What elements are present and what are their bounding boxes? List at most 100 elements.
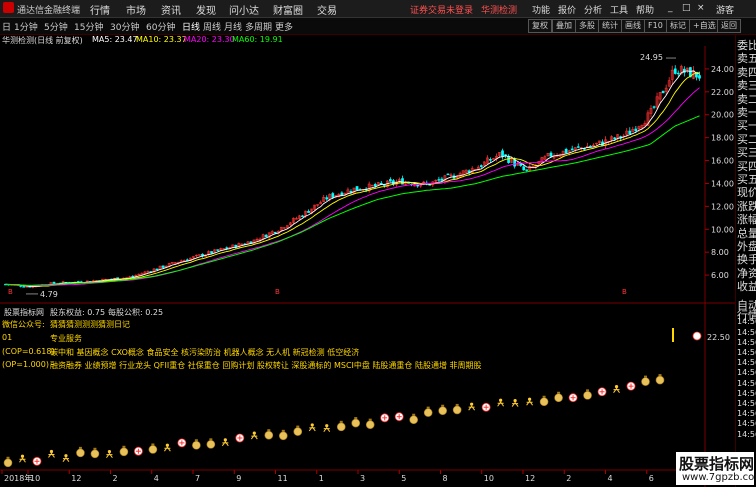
money-bag-neck	[426, 406, 430, 409]
money-bag-icon	[583, 391, 592, 400]
person-icon-body	[62, 456, 70, 462]
x-tick-label: 2	[566, 474, 571, 483]
close-icon[interactable]: ×	[697, 3, 705, 13]
person-icon-head	[614, 385, 619, 389]
menu-baojia[interactable]: 报价	[558, 3, 576, 16]
period-15min[interactable]: 15分钟	[74, 20, 103, 33]
period-daily[interactable]: 日线	[182, 20, 200, 33]
menu-caifuquan[interactable]: 财富圈	[273, 2, 303, 17]
indicator-value1: 股东权益: 0.75	[50, 308, 106, 317]
money-bag-icon	[655, 375, 665, 385]
high-label: 24.95	[640, 53, 663, 62]
tick-time: 14:56	[737, 378, 756, 388]
y-tick-label: 14.00	[711, 179, 734, 188]
tick-time: 14:56	[737, 419, 756, 429]
candle-body	[652, 106, 656, 108]
indicator-name[interactable]: 股票指标网	[4, 307, 44, 318]
period-more[interactable]: 更多	[275, 20, 293, 33]
add-favorite-button[interactable]: +自选	[689, 19, 720, 33]
money-bag-icon	[336, 422, 346, 432]
person-icon-head	[20, 454, 25, 458]
person-icon-body	[163, 446, 171, 452]
menu-fenxi[interactable]: 分析	[584, 3, 602, 16]
candle-body	[613, 137, 616, 140]
app-title: 通达信金融终端	[17, 6, 81, 16]
money-bag-icon	[409, 415, 418, 425]
period-30min[interactable]: 30分钟	[110, 20, 139, 33]
kline-chart[interactable]: 24.954.79 B BB 24.0022.0020.0018.0016.0014…	[0, 46, 735, 487]
money-bag-icon	[351, 418, 361, 428]
money-bag-neck	[122, 445, 126, 448]
tick-time: 14:56	[737, 317, 756, 327]
menu-wenxiaoda[interactable]: 问小达	[229, 2, 259, 17]
candle-body	[349, 191, 353, 193]
menu-gongneng[interactable]: 功能	[532, 3, 550, 16]
y-tick-label: 24.00	[711, 65, 734, 74]
menu-faxian[interactable]: 发现	[196, 2, 216, 17]
period-weekly[interactable]: 周线	[203, 20, 221, 33]
candle-body	[416, 184, 420, 187]
period-1min[interactable]: 1分钟	[14, 20, 38, 33]
draw-button[interactable]: 画线	[621, 19, 645, 33]
person-icon-body	[511, 401, 519, 407]
app-logo-icon	[3, 2, 14, 13]
stock-title: 华测检测	[481, 6, 518, 16]
candle-body	[446, 173, 450, 176]
menu-zixun[interactable]: 资讯	[161, 2, 181, 17]
money-bag-icon	[90, 449, 100, 459]
ma5-value: MA5: 23.47	[92, 35, 138, 44]
money-bag-neck	[93, 447, 97, 450]
menu-bangzhu[interactable]: 帮助	[636, 3, 654, 16]
period-monthly[interactable]: 月线	[224, 20, 242, 33]
money-bag-neck	[151, 443, 155, 446]
candle-body	[440, 178, 444, 181]
money-bag-icon	[452, 405, 462, 415]
back-button[interactable]: 返回	[717, 19, 741, 33]
person-icon-body	[323, 426, 331, 432]
stats-button[interactable]: 统计	[598, 19, 622, 33]
menu-gongju[interactable]: 工具	[610, 3, 628, 16]
money-bag-icon	[423, 408, 433, 417]
x-tick-label: 2018年	[4, 473, 32, 483]
fuquan-button[interactable]: 复权	[528, 19, 552, 33]
money-bag-icon	[278, 431, 288, 441]
money-bag-neck	[194, 439, 198, 442]
menu-jiaoyi[interactable]: 交易	[317, 2, 337, 17]
money-bag-neck	[281, 429, 285, 432]
x-tick-label: 11	[278, 474, 288, 483]
menu-hangqing[interactable]: 行情	[90, 2, 110, 17]
person-icon-body	[19, 457, 26, 463]
candle-body	[676, 72, 680, 75]
person-icon-body	[250, 434, 258, 440]
candle-body	[698, 75, 701, 79]
menu-shichang[interactable]: 市场	[126, 2, 146, 17]
mark-button[interactable]: 标记	[666, 19, 690, 33]
x-tick-label: 10	[484, 474, 494, 483]
money-bag-icon	[539, 397, 549, 407]
period-day[interactable]: 日	[2, 20, 11, 33]
period-60min[interactable]: 60分钟	[146, 20, 175, 33]
period-5min[interactable]: 5分钟	[44, 20, 68, 33]
tick-time: 14:56	[737, 327, 756, 337]
multi-stock-button[interactable]: 多股	[575, 19, 599, 33]
login-notice[interactable]: 证券交易未登录	[410, 3, 473, 16]
quote-side-panel[interactable]: 委比 卖五 卖四 卖三 卖二 卖一 买一 买二 买三 买四 买五 现价 涨跌 涨幅 总量 外盘 换手 净资 收益 自动…	[735, 35, 756, 487]
overlay-button[interactable]: 叠加	[552, 19, 576, 33]
money-bag-icon	[264, 430, 274, 440]
money-bag-neck	[441, 404, 445, 407]
f10-button[interactable]: F10	[644, 19, 667, 33]
person-icon-head	[49, 449, 54, 454]
period-multi[interactable]: 多周期	[245, 20, 272, 33]
candle-body	[437, 179, 441, 181]
ma10-line	[5, 72, 700, 287]
maximize-icon[interactable]: □	[682, 3, 691, 13]
money-bag-icon	[148, 445, 158, 454]
money-bag-icon	[554, 393, 563, 403]
guest-label[interactable]: 游客	[716, 3, 734, 16]
candle-body	[501, 150, 504, 157]
wechat-label: 微信公众号:	[2, 320, 45, 329]
money-bag-neck	[78, 446, 82, 449]
minimize-icon[interactable]: _	[668, 3, 673, 13]
money-bag-icon	[192, 440, 201, 450]
candle-body	[307, 210, 310, 213]
